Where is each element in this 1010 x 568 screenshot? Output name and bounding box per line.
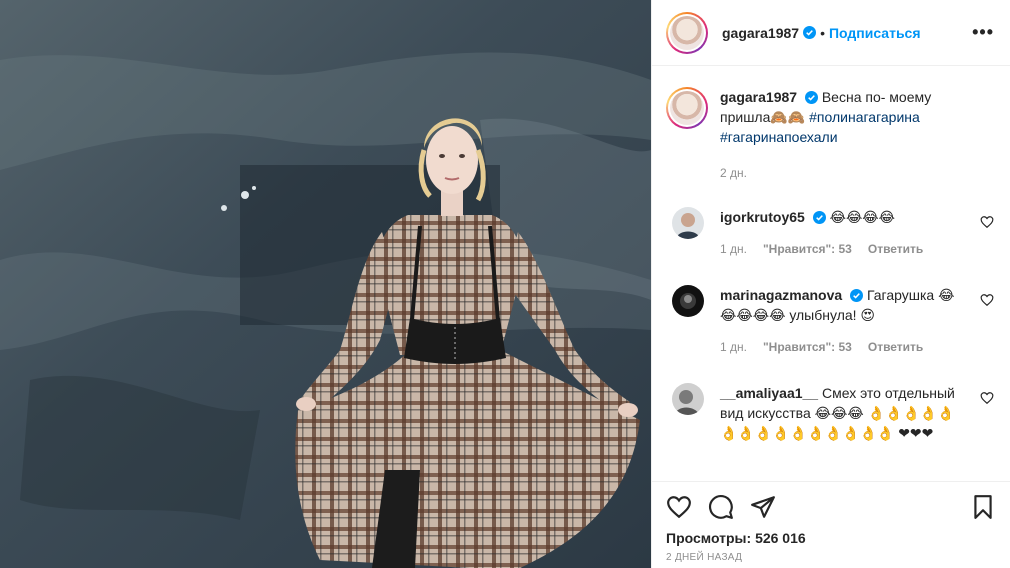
commenter-avatar[interactable] — [672, 383, 704, 415]
reply-button[interactable]: Ответить — [868, 337, 923, 357]
header-separator: • — [820, 24, 825, 41]
comment-item: __amaliyaa1__ Смех это отдельный вид иск… — [666, 383, 996, 443]
comment-username[interactable]: marinagazmanova — [720, 287, 842, 303]
caption-time[interactable]: 2 дн. — [720, 163, 747, 183]
verified-badge-icon — [804, 91, 818, 104]
like-comment-heart-icon[interactable] — [980, 293, 994, 307]
save-bookmark-icon[interactable] — [970, 494, 996, 520]
follow-button[interactable]: Подписаться — [829, 25, 921, 41]
post-caption: gagara1987 Весна по- моему пришла🙈🙈 #пол… — [666, 67, 996, 183]
comment-time[interactable]: 1 дн. — [720, 239, 747, 259]
hashtag-link[interactable]: #полинагагарина — [809, 109, 920, 125]
video-frame-illustration — [0, 0, 651, 568]
comment-likes[interactable]: "Нравится": 53 — [763, 239, 852, 259]
author-avatar[interactable] — [666, 11, 708, 54]
post-actions: Просмотры: 526 016 2 ДНЕЙ НАЗАД — [652, 481, 1010, 563]
share-paper-plane-icon[interactable] — [750, 494, 776, 520]
verified-badge-icon — [812, 211, 826, 224]
comments-list[interactable]: gagara1987 Весна по- моему пришла🙈🙈 #пол… — [652, 67, 1010, 481]
commenter-avatar[interactable] — [672, 207, 704, 239]
author-username[interactable]: gagara1987 — [722, 25, 799, 41]
verified-badge-icon — [803, 26, 817, 39]
reply-button[interactable]: Ответить — [868, 239, 923, 259]
views-count[interactable]: Просмотры: 526 016 — [666, 530, 996, 546]
post-video[interactable] — [0, 0, 651, 568]
post-side-panel: gagara1987 • Подписаться ••• gagara1987 — [651, 0, 1010, 568]
comment-item: igorkrutoy65 😂😂😂😂 1 дн. "Нравится": 53 О… — [666, 207, 996, 259]
comment-text: 😂😂😂😂 — [829, 209, 896, 225]
like-comment-heart-icon[interactable] — [980, 215, 994, 229]
more-options-icon[interactable]: ••• — [972, 22, 994, 43]
comment-item: marinagazmanova Гагарушка 😂😂😂😂😂 улыбнула… — [666, 285, 996, 357]
posted-ago[interactable]: 2 ДНЕЙ НАЗАД — [666, 552, 996, 563]
hashtag-link[interactable]: #гагаринапоехали — [720, 129, 838, 145]
caption-author-avatar[interactable] — [666, 87, 708, 129]
instagram-post-modal: gagara1987 • Подписаться ••• gagara1987 — [0, 0, 1010, 568]
like-comment-heart-icon[interactable] — [980, 391, 994, 405]
views-label: Просмотры: — [666, 530, 752, 546]
views-value: 526 016 — [755, 530, 806, 546]
post-header: gagara1987 • Подписаться ••• — [652, 0, 1010, 66]
comment-likes[interactable]: "Нравится": 53 — [763, 337, 852, 357]
comment-username[interactable]: __amaliyaa1__ — [720, 385, 818, 401]
verified-badge-icon — [850, 289, 864, 302]
commenter-avatar[interactable] — [672, 285, 704, 317]
comment-bubble-icon[interactable] — [708, 494, 734, 520]
caption-username[interactable]: gagara1987 — [720, 89, 797, 105]
comment-username[interactable]: igorkrutoy65 — [720, 209, 805, 225]
like-heart-icon[interactable] — [666, 494, 692, 520]
comment-time[interactable]: 1 дн. — [720, 337, 747, 357]
